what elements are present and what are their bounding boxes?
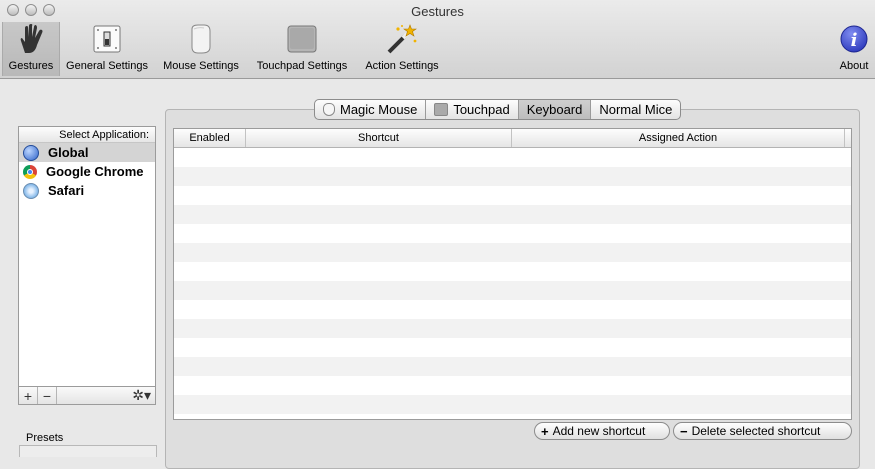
segment-touchpad[interactable]: Touchpad: [426, 100, 519, 119]
table-row[interactable]: [174, 338, 851, 357]
application-list-header: Select Application:: [19, 127, 155, 143]
gear-icon: ✲▾: [132, 387, 151, 403]
toolbar-action-settings[interactable]: Action Settings: [360, 22, 444, 76]
toolbar-label: Gestures: [8, 60, 54, 72]
add-new-shortcut-button[interactable]: + Add new shortcut: [534, 422, 670, 440]
toolbar-general-settings[interactable]: General Settings: [62, 22, 152, 76]
column-header-spacer: [845, 129, 851, 147]
list-item-safari[interactable]: Safari: [19, 181, 155, 200]
table-row[interactable]: [174, 281, 851, 300]
magic-wand-icon: [382, 22, 422, 56]
table-body: [174, 148, 851, 419]
svg-text:i: i: [851, 30, 858, 51]
table-row[interactable]: [174, 186, 851, 205]
magic-mouse-icon: [323, 103, 335, 116]
presets-label: Presets: [26, 432, 64, 444]
delete-selected-shortcut-button[interactable]: − Delete selected shortcut: [673, 422, 852, 440]
toolbar-label: About: [839, 60, 869, 72]
table-row[interactable]: [174, 205, 851, 224]
table-row[interactable]: [174, 243, 851, 262]
segment-normal-mice[interactable]: Normal Mice: [591, 100, 680, 119]
table-header: Enabled Shortcut Assigned Action: [174, 129, 851, 148]
gear-menu-button[interactable]: ✲▾: [132, 387, 151, 404]
toolbar-label: General Settings: [66, 60, 148, 72]
add-application-button[interactable]: +: [19, 387, 38, 404]
globe-icon: [23, 144, 39, 161]
list-item-label: Google Chrome: [46, 164, 144, 179]
column-header-enabled[interactable]: Enabled: [174, 129, 246, 147]
application-list-toolbar: + − ✲▾: [18, 386, 156, 405]
table-row[interactable]: [174, 414, 851, 419]
safari-compass-icon: [23, 182, 39, 199]
table-row[interactable]: [174, 167, 851, 186]
application-list: Select Application: Global Google Chrome…: [18, 126, 156, 404]
table-row[interactable]: [174, 224, 851, 243]
toolbar-label: Touchpad Settings: [256, 60, 348, 72]
info-icon: i: [834, 22, 874, 56]
table-row[interactable]: [174, 148, 851, 167]
list-item-global[interactable]: Global: [19, 143, 155, 162]
toolbar-mouse-settings[interactable]: Mouse Settings: [158, 22, 244, 76]
table-row[interactable]: [174, 300, 851, 319]
presets-list[interactable]: [19, 445, 157, 457]
table-row[interactable]: [174, 395, 851, 414]
segment-label: Normal Mice: [599, 102, 673, 117]
column-header-shortcut[interactable]: Shortcut: [246, 129, 512, 147]
minus-icon: −: [680, 423, 688, 439]
list-item-google-chrome[interactable]: Google Chrome: [19, 162, 155, 181]
segment-label: Touchpad: [453, 102, 510, 117]
touchpad-icon: [434, 103, 449, 116]
table-row[interactable]: [174, 262, 851, 281]
button-label: Add new shortcut: [552, 424, 646, 438]
table-row[interactable]: [174, 357, 851, 376]
toolbar-about[interactable]: i About: [834, 22, 874, 76]
hand-icon: [11, 22, 51, 56]
segment-magic-mouse[interactable]: Magic Mouse: [315, 100, 427, 119]
chrome-icon: [23, 164, 37, 179]
toolbar-gestures[interactable]: Gestures: [2, 22, 60, 76]
table-row[interactable]: [174, 319, 851, 338]
segment-label: Keyboard: [526, 102, 583, 117]
magic-mouse-icon: [181, 22, 221, 56]
touchpad-icon: [282, 22, 322, 56]
switch-icon: [87, 22, 127, 56]
device-segmented-control: Magic Mouse Touchpad Keyboard Normal Mic…: [314, 99, 682, 120]
toolbar-touchpad-settings[interactable]: Touchpad Settings: [250, 22, 354, 76]
button-label: Delete selected shortcut: [691, 424, 821, 438]
gestures-window: Gestures Gestures General Settings Mouse…: [0, 0, 875, 469]
shortcuts-table[interactable]: Enabled Shortcut Assigned Action: [173, 128, 852, 420]
toolbar-label: Mouse Settings: [163, 60, 239, 72]
table-row[interactable]: [174, 376, 851, 395]
plus-icon: +: [541, 423, 549, 439]
list-item-label: Safari: [48, 183, 85, 198]
segment-keyboard[interactable]: Keyboard: [518, 100, 592, 119]
window-title: Gestures: [411, 4, 464, 19]
toolbar-label: Action Settings: [365, 60, 439, 72]
list-item-label: Global: [48, 145, 89, 160]
column-header-assigned-action[interactable]: Assigned Action: [512, 129, 845, 147]
title-toolbar: Gestures Gestures General Settings Mouse…: [0, 0, 875, 79]
segment-label: Magic Mouse: [340, 102, 418, 117]
remove-application-button[interactable]: −: [38, 387, 57, 404]
